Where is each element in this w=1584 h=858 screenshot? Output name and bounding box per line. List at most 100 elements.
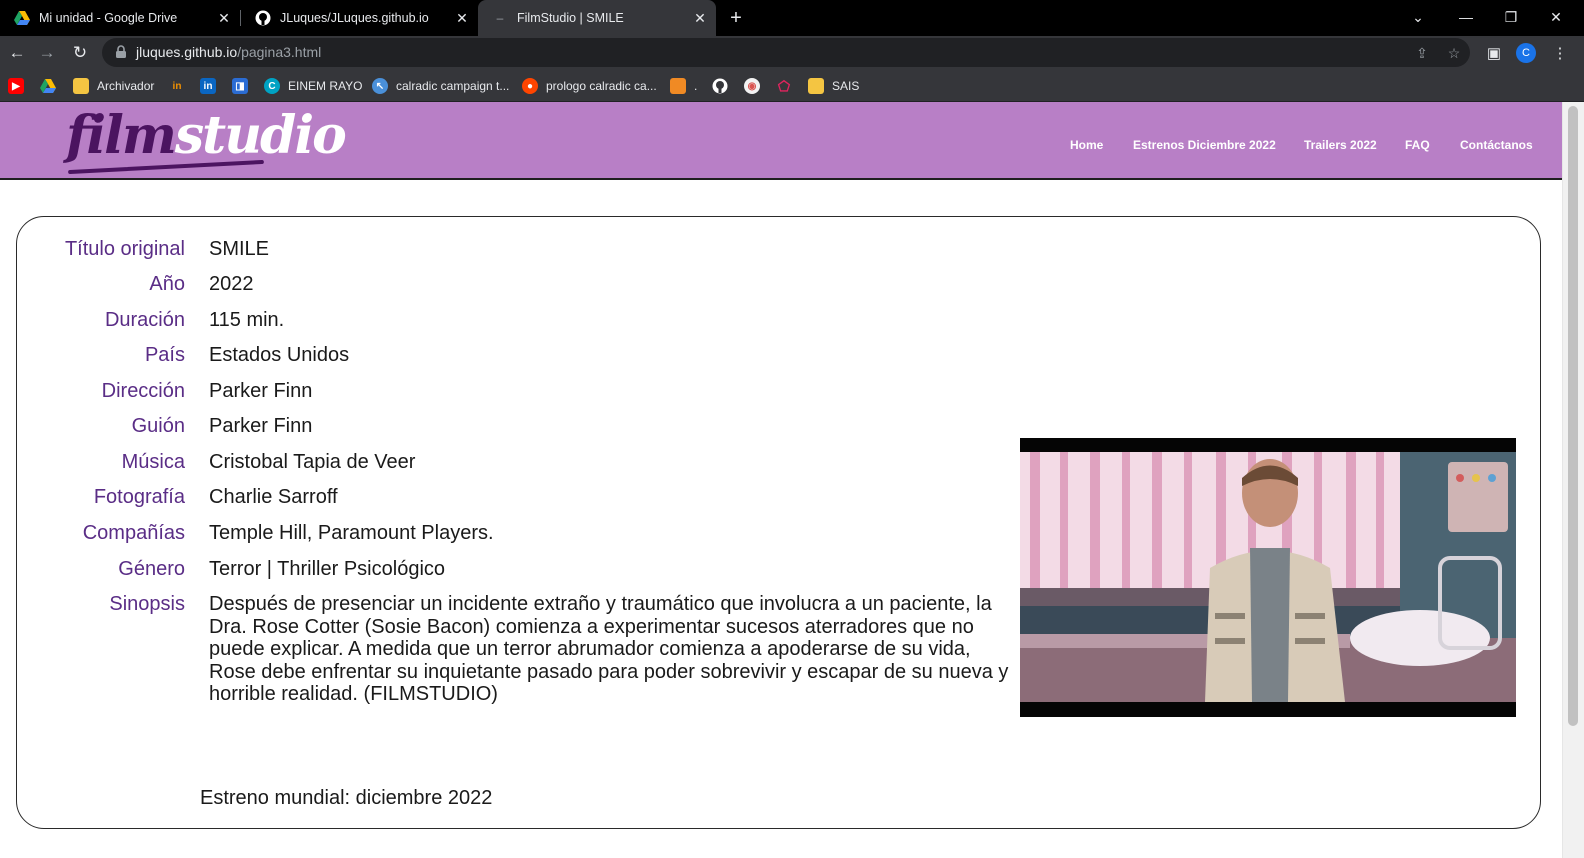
browser-toolbar: ← → ↻ jluques.github.io/pagina3.html ⇪ ☆…	[0, 36, 1584, 70]
close-tab-icon[interactable]: ✕	[452, 8, 472, 28]
movie-still-image	[1020, 438, 1516, 717]
app-icon: ◨	[232, 78, 248, 94]
google-drive-icon	[14, 10, 30, 26]
side-panel-icon[interactable]: ▣	[1482, 41, 1506, 65]
value-direccion: Parker Finn	[209, 380, 313, 402]
nav-estrenos[interactable]: Estrenos Diciembre 2022	[1133, 138, 1276, 152]
url-host: jluques.github.io	[136, 44, 238, 60]
github-icon	[255, 10, 271, 26]
bookmarks-bar: ▶ Archivador in in ◨ C EINEM RAYO ↖ calrad…	[0, 70, 1584, 102]
canva-icon: C	[264, 78, 280, 94]
reload-icon[interactable]: ↻	[67, 40, 93, 66]
site-icon: ↖	[372, 78, 388, 94]
bookmark-label: EINEM RAYO	[288, 79, 363, 93]
browser-tab-bar: Mi unidad - Google Drive ✕ JLuques/JLuqu…	[0, 0, 1584, 36]
bookmark-github[interactable]	[712, 76, 736, 96]
bookmark-linkedin[interactable]: in	[200, 76, 224, 96]
bookmark-star-icon[interactable]: ☆	[1444, 43, 1464, 63]
logo-film: film	[66, 105, 177, 166]
address-bar[interactable]: jluques.github.io/pagina3.html ⇪ ☆	[102, 38, 1470, 67]
tab-github[interactable]: JLuques/JLuques.github.io ✕	[241, 0, 478, 36]
nav-contactanos[interactable]: Contáctanos	[1460, 138, 1533, 152]
bookmark-gem[interactable]: ⬠	[776, 76, 800, 96]
new-tab-plus-icon[interactable]: +	[724, 6, 748, 30]
value-fotografia: Charlie Sarroff	[209, 486, 338, 508]
loading-dash-icon: –	[496, 11, 504, 25]
scrollbar-thumb[interactable]	[1568, 106, 1578, 726]
youtube-icon: ▶	[8, 78, 24, 94]
linkedin-icon: in	[200, 78, 216, 94]
label-titulo-original: Título original	[64, 238, 185, 260]
bookmark-archivador[interactable]: Archivador	[73, 76, 154, 96]
lock-icon	[116, 45, 126, 58]
share-icon[interactable]: ⇪	[1412, 43, 1432, 63]
bookmark-youtube[interactable]: ▶	[8, 76, 32, 96]
tab-filmstudio[interactable]: – FilmStudio | SMILE ✕	[478, 0, 716, 36]
bookmark-drive[interactable]	[40, 76, 64, 96]
forward-arrow-icon[interactable]: →	[34, 40, 60, 66]
restore-icon[interactable]: ❐	[1497, 4, 1525, 30]
tab-title: Mi unidad - Google Drive	[39, 11, 178, 25]
filmstudio-logo[interactable]: filmstudio	[66, 105, 347, 166]
nav-home[interactable]: Home	[1070, 138, 1103, 152]
label-direccion: Dirección	[101, 380, 185, 402]
site-header: filmstudio Home Estrenos Diciembre 2022 …	[0, 102, 1562, 180]
tab-search-chevron-icon[interactable]: ⌄	[1404, 4, 1432, 30]
github-icon	[712, 78, 728, 94]
label-pais: País	[144, 344, 185, 366]
tab-title: JLuques/JLuques.github.io	[280, 11, 429, 25]
label-anio: Año	[149, 273, 185, 295]
google-drive-icon	[40, 78, 56, 94]
bookmark-game[interactable]: ◉	[744, 76, 768, 96]
label-sinopsis: Sinopsis	[109, 593, 185, 615]
label-musica: Música	[121, 451, 185, 473]
value-pais: Estados Unidos	[209, 344, 350, 366]
profile-avatar[interactable]: C	[1516, 43, 1536, 63]
reddit-icon: ●	[522, 78, 538, 94]
tab-title: FilmStudio | SMILE	[517, 11, 624, 25]
close-tab-icon[interactable]: ✕	[690, 8, 710, 28]
url-text: jluques.github.io/pagina3.html	[136, 44, 321, 60]
label-genero: Género	[118, 558, 185, 580]
label-guion: Guión	[131, 415, 185, 437]
bookmark-app[interactable]: ◨	[232, 76, 256, 96]
value-duracion: 115 min.	[209, 309, 285, 331]
value-sinopsis: Después de presenciar un incidente extra…	[209, 593, 1009, 705]
game-icon: ◉	[744, 78, 760, 94]
back-arrow-icon[interactable]: ←	[4, 40, 30, 66]
folder-icon	[808, 78, 824, 94]
bookmark-label: calradic campaign t...	[396, 79, 510, 93]
bookmark-box[interactable]: .	[670, 76, 697, 96]
nav-trailers[interactable]: Trailers 2022	[1304, 138, 1377, 152]
release-date: Estreno mundial: diciembre 2022	[200, 787, 493, 809]
value-musica: Cristobal Tapia de Veer	[209, 451, 416, 473]
bookmark-label: .	[694, 79, 698, 93]
page-scrollbar[interactable]	[1562, 102, 1584, 858]
gem-icon: ⬠	[777, 77, 791, 94]
label-companias: Compañías	[82, 522, 185, 544]
bookmark-label: prologo calradic ca...	[546, 79, 657, 93]
page-viewport: filmstudio Home Estrenos Diciembre 2022 …	[0, 102, 1584, 858]
bookmark-infojobs[interactable]: in	[169, 76, 193, 96]
logo-studio: studio	[174, 105, 347, 166]
url-path: /pagina3.html	[237, 44, 322, 60]
box-icon	[670, 78, 686, 94]
close-tab-icon[interactable]: ✕	[214, 8, 234, 28]
bookmark-label: Archivador	[97, 79, 155, 93]
label-duracion: Duración	[104, 309, 185, 331]
hospital-scene-illustration	[1020, 438, 1516, 717]
bookmark-sais[interactable]: SAIS	[808, 76, 859, 96]
nav-faq[interactable]: FAQ	[1405, 138, 1430, 152]
bookmark-calradic-campaign[interactable]: ↖ calradic campaign t...	[372, 76, 509, 96]
value-genero: Terror | Thriller Psicológico	[209, 558, 446, 580]
value-anio: 2022	[209, 273, 254, 295]
close-window-icon[interactable]: ✕	[1542, 4, 1570, 30]
minimize-icon[interactable]: —	[1452, 4, 1480, 30]
label-fotografia: Fotografía	[93, 486, 185, 508]
bookmark-einem-rayo[interactable]: C EINEM RAYO	[264, 76, 362, 96]
bookmark-prologo-calradic[interactable]: ● prologo calradic ca...	[522, 76, 657, 96]
tab-google-drive[interactable]: Mi unidad - Google Drive ✕	[0, 0, 240, 36]
value-guion: Parker Finn	[209, 415, 313, 437]
menu-kebab-icon[interactable]: ⋮	[1548, 41, 1572, 65]
value-companias: Temple Hill, Paramount Players.	[209, 522, 494, 544]
